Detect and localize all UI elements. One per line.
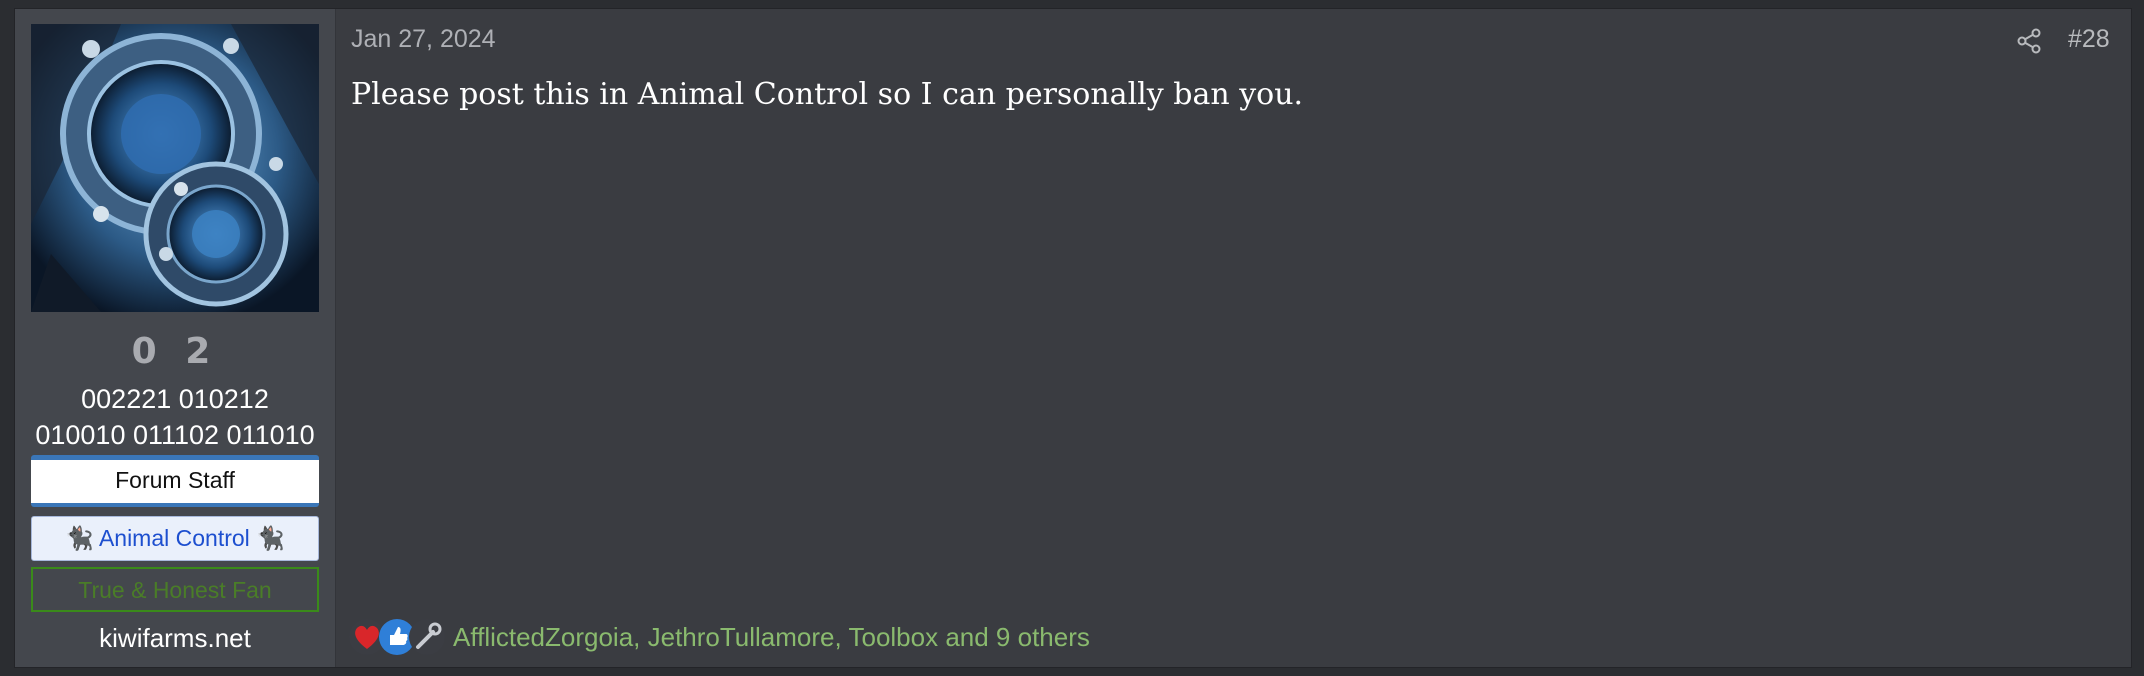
wrench-icon (409, 619, 445, 655)
banner-true-honest-fan: True & Honest Fan (31, 567, 319, 612)
cat-icon: 🐈‍⬛ (65, 525, 94, 551)
user-sidebar: 0 2 002221 010212 010010 011102 011010 F… (15, 9, 336, 667)
reaction-users-link[interactable]: AfflictedZorgoia, JethroTullamore, Toolb… (453, 622, 1090, 653)
share-icon[interactable] (2015, 27, 2043, 55)
user-avatar[interactable] (31, 24, 319, 312)
user-title: 002221 010212 010010 011102 011010 (35, 384, 315, 450)
username[interactable]: 0 2 (15, 331, 335, 372)
post-message: Please post this in Animal Control so I … (351, 77, 1304, 112)
message-post: 0 2 002221 010212 010010 011102 011010 F… (14, 8, 2132, 668)
banner-animal-control: 🐈‍⬛ Animal Control 🐈‍⬛ (31, 516, 319, 561)
banner-animal-control-label: Animal Control (98, 525, 250, 551)
post-date[interactable]: Jan 27, 2024 (351, 25, 496, 54)
reactions-bar[interactable]: AfflictedZorgoia, JethroTullamore, Toolb… (349, 617, 1090, 657)
banner-forum-staff: Forum Staff (31, 455, 319, 507)
post-number[interactable]: #28 (2068, 25, 2110, 54)
site-label: kiwifarms.net (99, 623, 251, 653)
cat-icon: 🐈‍⬛ (256, 525, 285, 551)
